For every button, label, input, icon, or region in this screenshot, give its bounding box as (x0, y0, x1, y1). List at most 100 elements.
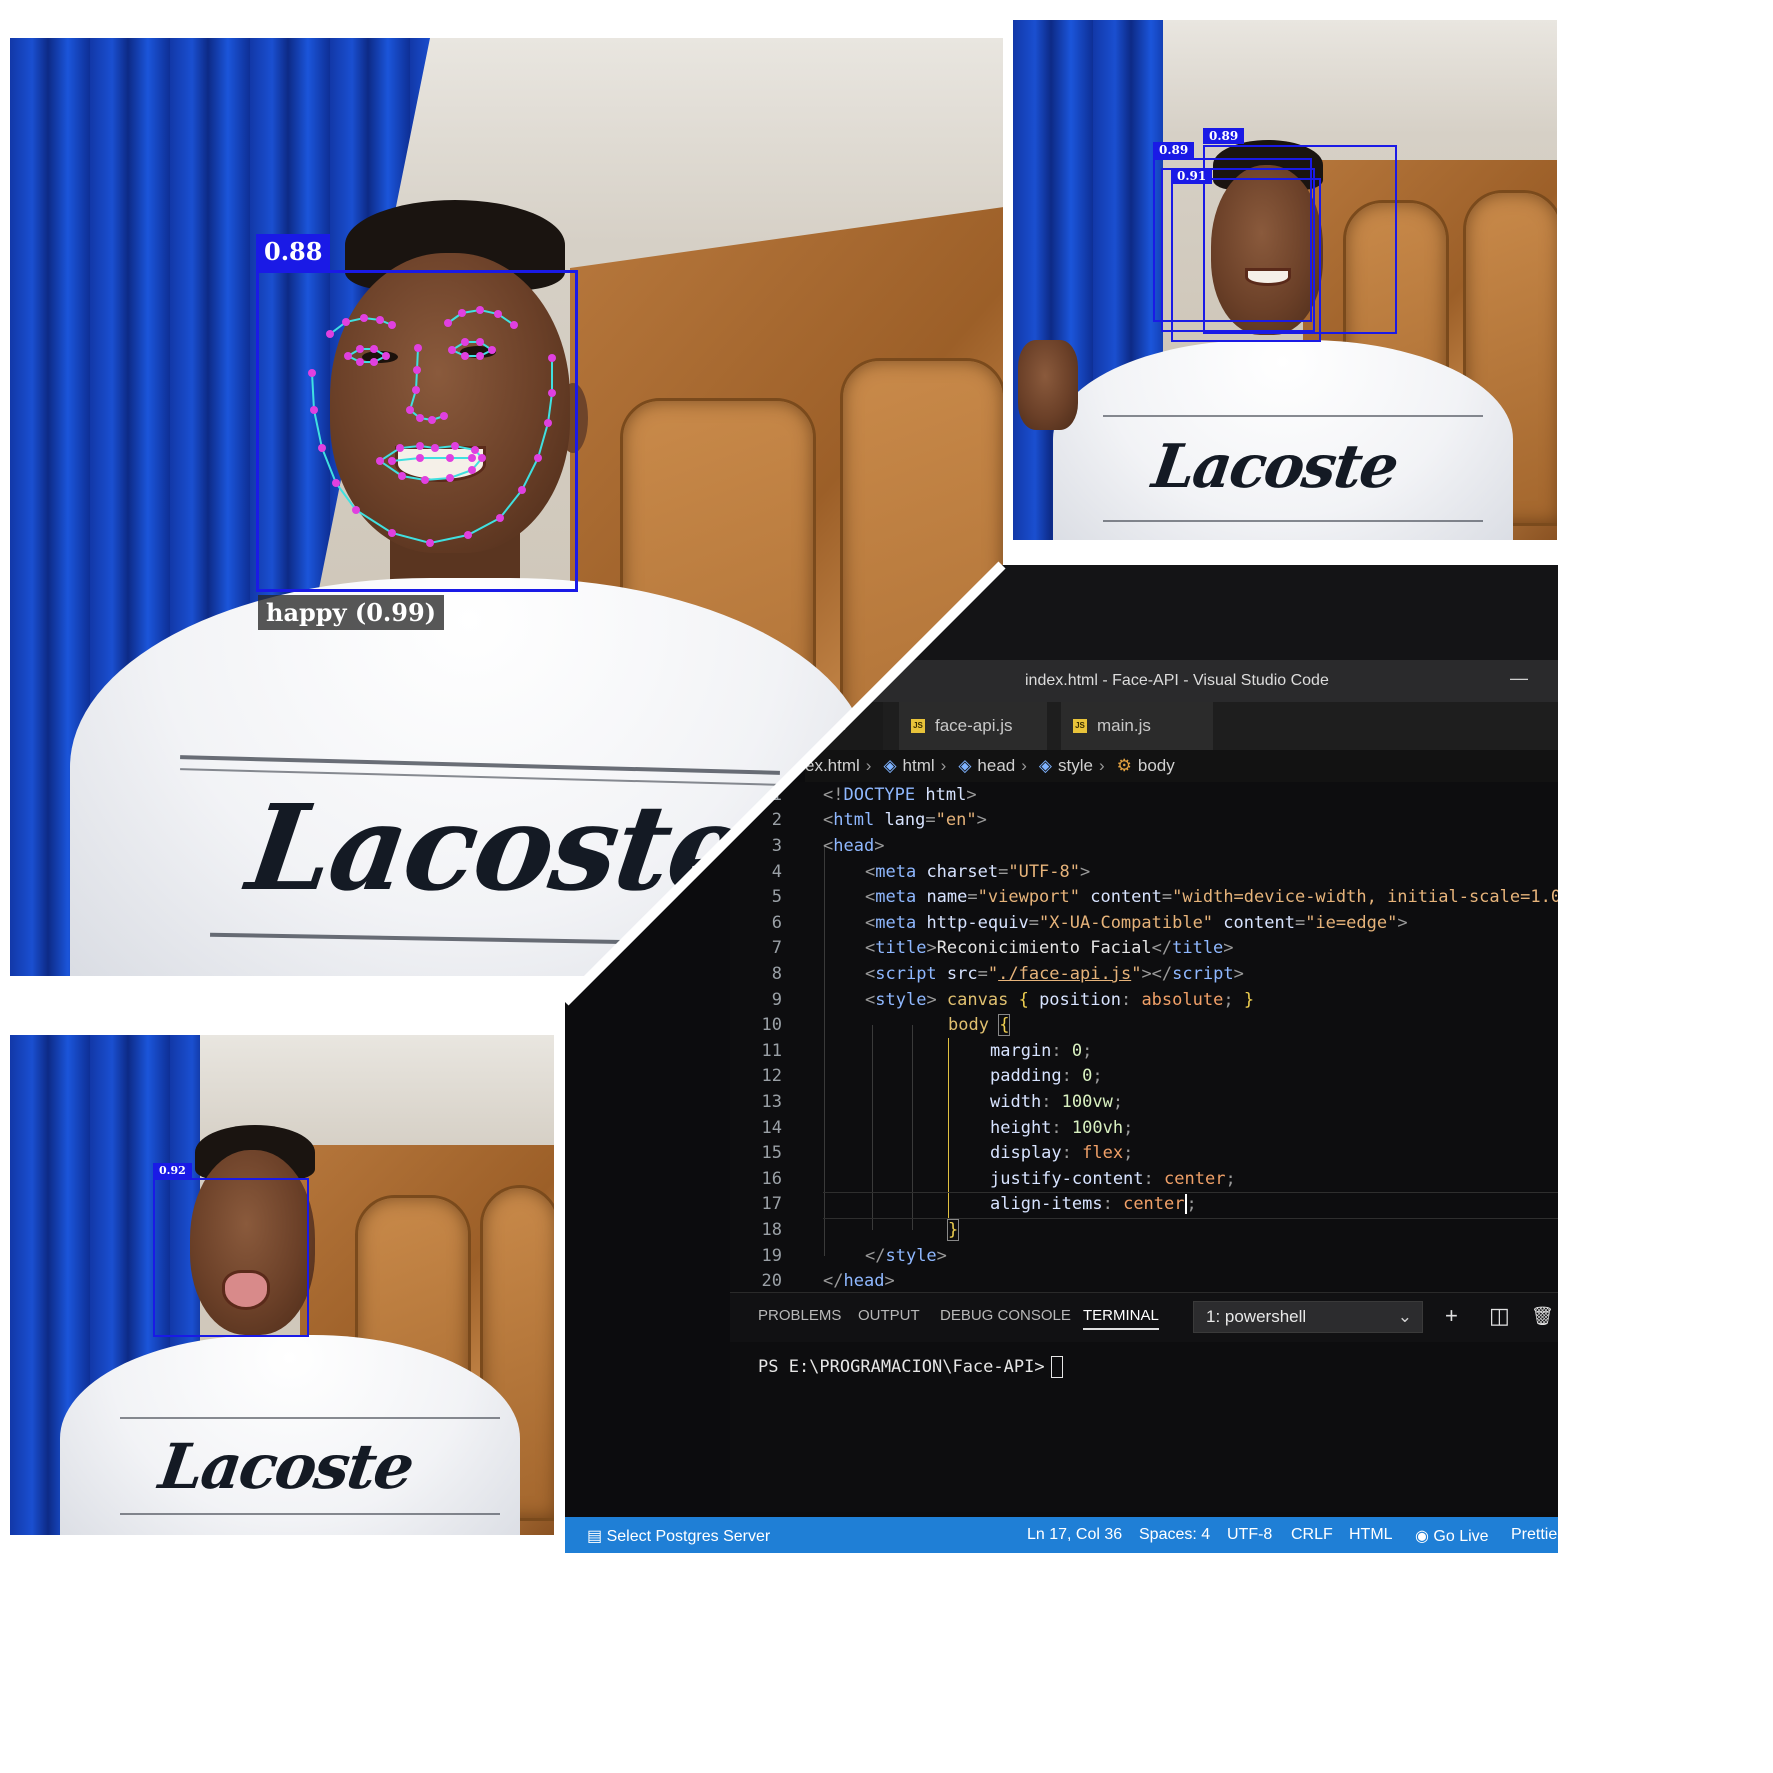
tab-face-api-js[interactable]: JS face-api.js (899, 702, 1047, 750)
status-encoding[interactable]: UTF-8 (1227, 1526, 1272, 1544)
token: = (998, 861, 1009, 882)
chevron-down-icon: ⌄ (1397, 1307, 1412, 1326)
token: : (1041, 1091, 1052, 1112)
token: > (926, 989, 937, 1010)
token: < (865, 912, 876, 933)
shirt-stripe (120, 1417, 500, 1419)
detection-score-label: 0.89 (1203, 128, 1245, 144)
breadcrumb-item-body[interactable]: body (1138, 756, 1175, 776)
cube-icon: ◈ (1038, 756, 1052, 775)
token: </ (823, 1271, 844, 1292)
token: style (885, 1245, 937, 1266)
token: </ (865, 1245, 886, 1266)
breadcrumb-item-html[interactable]: html (903, 756, 935, 776)
webcam-frame-topright: Lacoste 0.89 0.89 0.91 (1013, 20, 1557, 540)
detection-score-label: 0.92 (153, 1163, 192, 1178)
token: = (925, 810, 936, 831)
minimize-button[interactable]: — (1510, 668, 1528, 689)
trash-icon[interactable]: 🗑 (1531, 1306, 1554, 1327)
breadcrumb-item-style[interactable]: style (1058, 756, 1093, 776)
code-line: 16 justify-content: center; (730, 1166, 1558, 1192)
token: ; (1123, 1117, 1134, 1138)
status-prettier[interactable]: Prettier (1511, 1526, 1558, 1544)
line-number: 12 (761, 1066, 782, 1087)
token: > (874, 835, 885, 856)
code-line: 14 height: 100vh; (730, 1115, 1558, 1141)
token: < (865, 938, 876, 959)
status-cursor-position[interactable]: Ln 17, Col 36 (1027, 1526, 1122, 1544)
code-line: 2 <html lang="en"> (730, 808, 1558, 834)
token: head (843, 1271, 885, 1292)
split-terminal-icon[interactable]: ◫ (1489, 1303, 1510, 1329)
token: "viewport" (977, 887, 1080, 908)
line-number: 8 (771, 963, 782, 984)
status-eol[interactable]: CRLF (1291, 1526, 1333, 1544)
terminal[interactable]: PS E:\PROGRAMACION\Face-API> (730, 1342, 1558, 1512)
token: > (1397, 912, 1408, 933)
line-number: 20 (761, 1271, 782, 1292)
shirt-stripe (120, 1513, 500, 1515)
terminal-select[interactable]: 1: powershell ⌄ (1193, 1301, 1423, 1333)
token: html (915, 784, 967, 805)
token: absolute (1131, 989, 1224, 1010)
token: < (865, 887, 876, 908)
token: = (1161, 887, 1173, 908)
token: 100vh (1061, 1117, 1124, 1138)
js-file-icon: JS (911, 719, 925, 733)
status-go-live[interactable]: ◉ Go Live (1415, 1526, 1489, 1546)
status-postgres[interactable]: ▤ Select Postgres Server (587, 1526, 770, 1546)
tab-output[interactable]: OUTPUT (858, 1307, 920, 1324)
css-rule-icon: ⚙ (1116, 756, 1132, 775)
code-line: 7 <title>Reconicimiento Facial</title> (730, 936, 1558, 962)
token[interactable]: ./face-api.js (998, 964, 1131, 984)
token: meta (875, 887, 917, 908)
token: content (1080, 887, 1162, 908)
token: </ (1151, 938, 1173, 959)
status-indentation[interactable]: Spaces: 4 (1139, 1526, 1210, 1544)
token: : (1051, 1040, 1062, 1061)
shirt-logo-text: Lacoste (1148, 432, 1402, 502)
code-editor[interactable]: 1 <!DOCTYPE html> 2 <html lang="en"> 3 <hea… (730, 782, 1558, 1292)
line-number: 6 (771, 912, 782, 933)
token: > (976, 810, 987, 831)
status-go-live-label: Go Live (1433, 1528, 1489, 1545)
token: head (833, 835, 875, 856)
detection-score-label: 0.91 (1171, 168, 1213, 184)
tab-label: main.js (1097, 716, 1151, 735)
token: " (1131, 963, 1142, 984)
status-language[interactable]: HTML (1349, 1526, 1393, 1544)
token: ; (1082, 1040, 1093, 1061)
line-number: 4 (771, 861, 782, 882)
shirt-stripe (1103, 415, 1483, 417)
line-number: 9 (771, 989, 782, 1010)
token: ></ (1141, 963, 1173, 984)
token: ; (1112, 1091, 1124, 1112)
code-line: 6 <meta http-equiv="X-UA-Compatible" cont… (730, 910, 1558, 936)
token: > (936, 1245, 947, 1266)
chevron-right-icon: › (1098, 756, 1105, 775)
breadcrumb-item-head[interactable]: head (977, 756, 1015, 776)
token: flex (1071, 1143, 1124, 1164)
token: "en" (935, 810, 977, 831)
chevron-right-icon: › (940, 756, 947, 775)
token: " (987, 963, 999, 984)
token: = (1028, 912, 1040, 933)
token: ; (1092, 1066, 1103, 1087)
breadcrumb-item-file[interactable]: ex.html (805, 756, 860, 776)
token: DOCTYPE (843, 784, 916, 805)
token: script (1172, 963, 1234, 984)
tab-main-js[interactable]: JS main.js (1061, 702, 1213, 750)
tab-debug-console[interactable]: DEBUG CONSOLE (940, 1307, 1071, 1324)
code-line: 19 </style> (730, 1243, 1558, 1269)
token: align-items (990, 1194, 1103, 1215)
tab-terminal[interactable]: TERMINAL (1083, 1307, 1159, 1330)
token: = (1294, 912, 1306, 933)
tab-problems[interactable]: PROBLEMS (758, 1307, 841, 1324)
line-number: 18 (761, 1219, 782, 1240)
token: : (1102, 1194, 1113, 1215)
token: > (1080, 861, 1091, 882)
token: "UTF-8" (1008, 861, 1080, 882)
add-terminal-icon[interactable]: + (1445, 1303, 1458, 1329)
code-line: 17 align-items: center; (730, 1192, 1558, 1218)
token: http-equiv (916, 912, 1029, 933)
